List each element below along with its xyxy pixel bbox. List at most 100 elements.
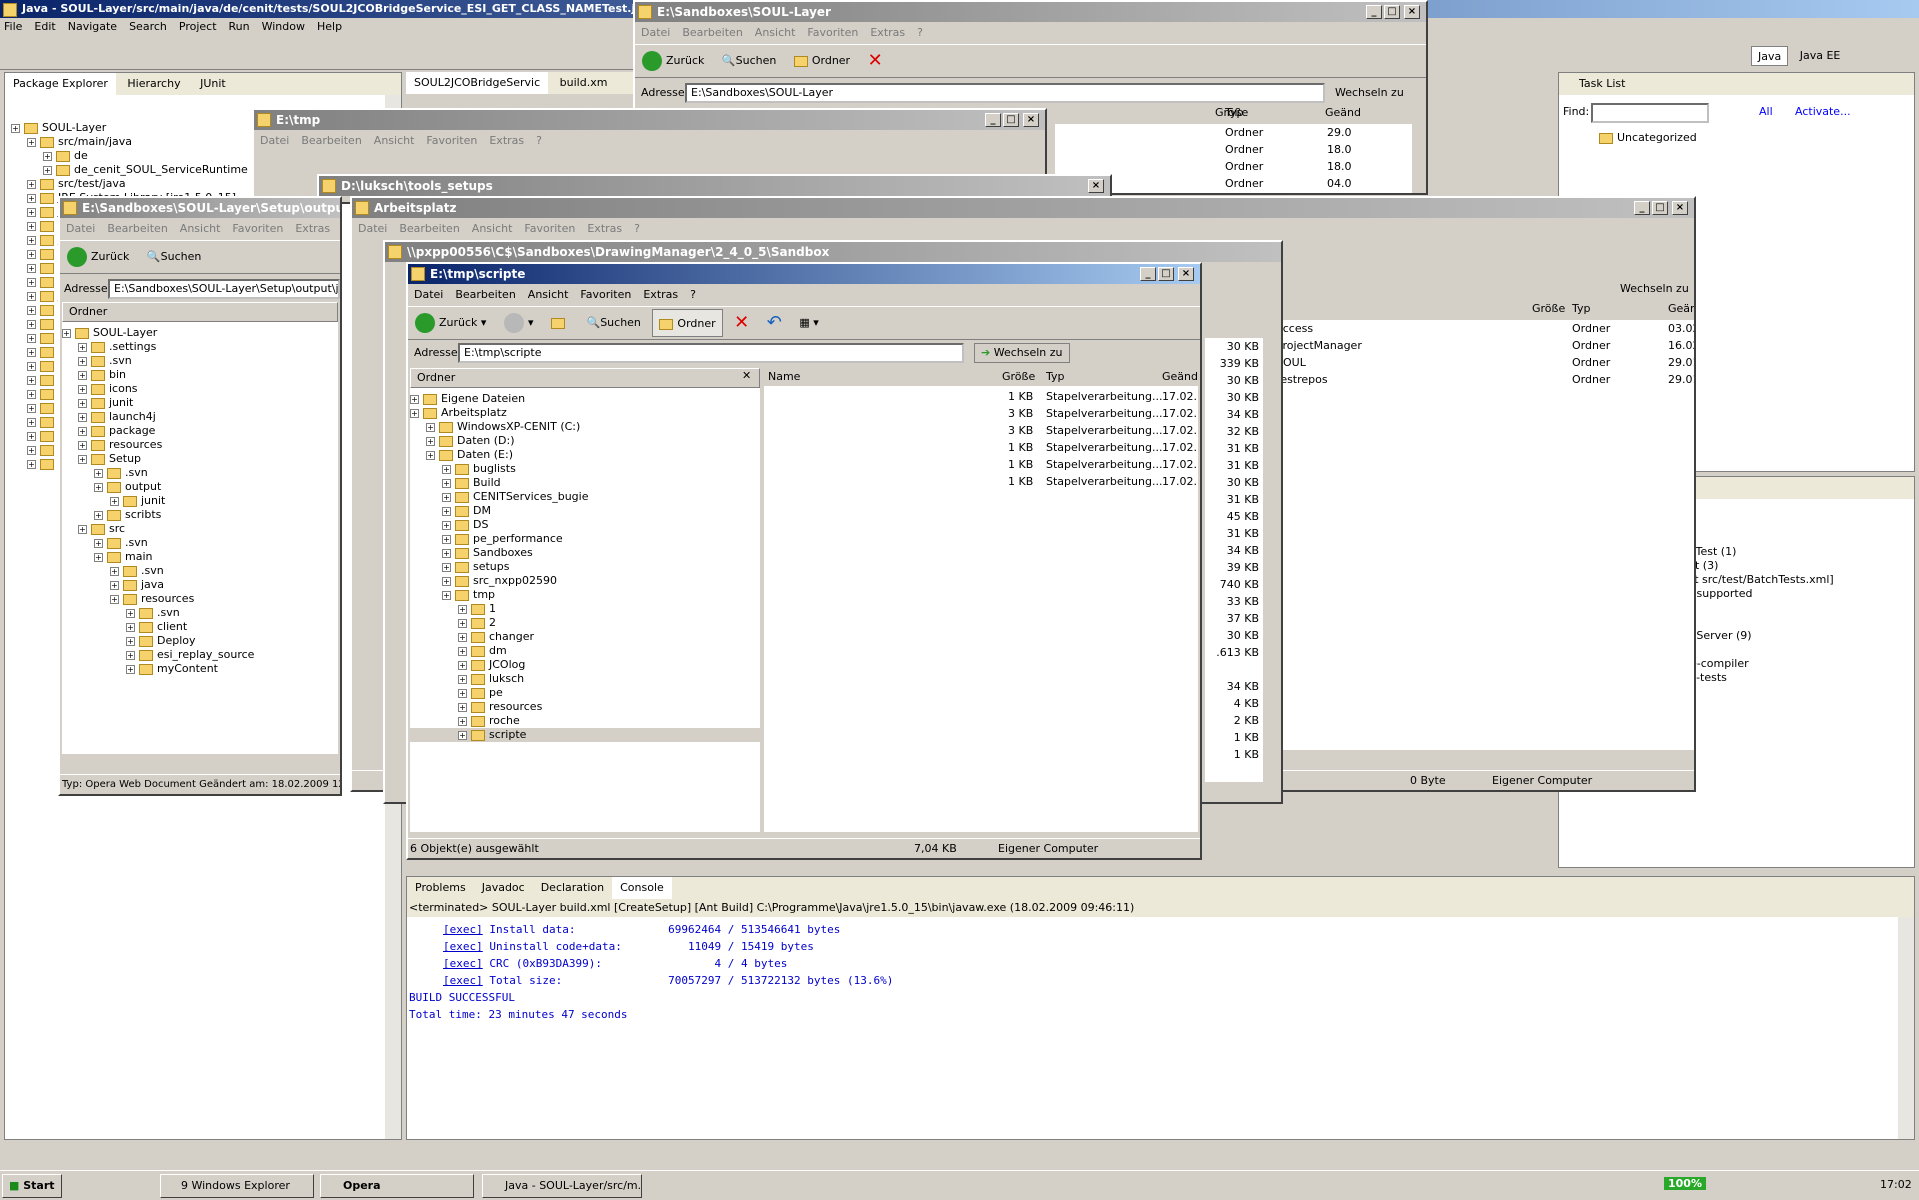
tree-item[interactable]: + Build — [410, 476, 760, 490]
menu-item[interactable]: Datei — [358, 222, 387, 235]
tree-item[interactable]: + main — [62, 550, 338, 564]
console-scrollbar[interactable] — [1898, 917, 1914, 1139]
column-header[interactable]: Größe — [1002, 368, 1035, 386]
menu-item[interactable]: Datei — [414, 288, 443, 301]
start-button[interactable]: ■ Start — [2, 1174, 62, 1198]
tree-item[interactable]: + launch4j — [62, 410, 338, 424]
tree-item[interactable]: +2 — [410, 616, 760, 630]
console-tab-problems[interactable]: Problems — [407, 877, 474, 899]
expand-icon[interactable]: + — [126, 636, 135, 646]
tree-item[interactable]: + buglists — [410, 462, 760, 476]
category-uncategorized[interactable]: Uncategorized — [1599, 131, 1697, 144]
tree-item[interactable]: + Setup — [62, 452, 338, 466]
expand-icon[interactable]: + — [62, 328, 71, 338]
expand-icon[interactable]: + — [94, 482, 103, 492]
expand-icon[interactable]: + — [27, 431, 36, 441]
expand-icon[interactable]: + — [27, 179, 36, 189]
back-button[interactable]: Zurück — [61, 243, 135, 271]
console-tab-javadoc[interactable]: Javadoc — [474, 877, 533, 899]
tab-junit[interactable]: JUnit — [192, 73, 234, 95]
menu-item[interactable]: Datei — [260, 134, 289, 147]
go-button[interactable]: Wechseln zu — [1335, 82, 1404, 104]
expand-icon[interactable]: + — [426, 422, 435, 432]
expand-icon[interactable]: + — [94, 538, 103, 548]
menu-item[interactable]: ? — [536, 134, 542, 147]
taskbar-opera[interactable]: Opera — [320, 1174, 474, 1198]
file-row[interactable]: PostCompile1.bat3 KBStapelverarbeitung..… — [768, 422, 1198, 439]
menu-file[interactable]: File — [4, 20, 22, 33]
search-button[interactable]: 🔍Suchen — [141, 243, 207, 271]
tree-item[interactable]: + .settings — [62, 340, 338, 354]
expand-icon[interactable]: + — [78, 412, 87, 422]
tree-item[interactable]: + .svn — [62, 536, 338, 550]
expand-icon[interactable]: + — [110, 496, 119, 506]
close-button[interactable]: × — [1672, 201, 1688, 215]
editor-tab-soul2jco[interactable]: SOUL2JCOBridgeServic — [406, 72, 549, 94]
tree-item[interactable]: + resources — [410, 700, 760, 714]
tree-item[interactable]: + dm — [410, 644, 760, 658]
tree-item[interactable]: + Deploy — [62, 634, 338, 648]
go-button[interactable]: Wechseln zu — [1620, 278, 1689, 300]
tree-item[interactable]: + myContent — [62, 662, 338, 676]
menu-item[interactable]: Bearbeiten — [682, 26, 742, 39]
menu-item[interactable]: Favoriten — [580, 288, 631, 301]
expand-icon[interactable]: + — [410, 394, 419, 404]
menu-item[interactable]: Extras — [489, 134, 524, 147]
menu-item[interactable]: Favoriten — [807, 26, 858, 39]
close-button[interactable]: × — [1023, 113, 1039, 127]
expand-icon[interactable]: + — [458, 730, 467, 740]
expand-icon[interactable]: + — [458, 702, 467, 712]
expand-icon[interactable]: + — [78, 356, 87, 366]
menu-item[interactable]: Bearbeiten — [399, 222, 459, 235]
folders-button[interactable]: Ordner — [652, 309, 723, 337]
expand-icon[interactable]: + — [458, 660, 467, 670]
column-header[interactable]: Geänd — [1325, 106, 1361, 119]
menu-navigate[interactable]: Navigate — [68, 20, 117, 33]
menu-search[interactable]: Search — [129, 20, 167, 33]
expand-icon[interactable]: + — [27, 305, 36, 315]
tree-item[interactable]: + setups — [410, 560, 760, 574]
close-button[interactable]: × — [1404, 5, 1420, 19]
tree-item[interactable]: + SOUL-Layer — [62, 326, 338, 340]
column-header[interactable]: Name — [768, 368, 800, 386]
expand-icon[interactable]: + — [458, 632, 467, 642]
menu-run[interactable]: Run — [229, 20, 250, 33]
column-header[interactable]: Geänd — [1668, 302, 1694, 315]
tree-item[interactable]: + scripte — [410, 728, 760, 742]
tree-item[interactable]: + java — [62, 578, 338, 592]
expand-icon[interactable]: + — [110, 594, 119, 604]
menu-item[interactable]: Bearbeiten — [107, 222, 167, 235]
tree-item[interactable]: + changer — [410, 630, 760, 644]
expand-icon[interactable]: + — [43, 165, 52, 175]
tree-item[interactable]: + bin — [62, 368, 338, 382]
expand-icon[interactable]: + — [442, 548, 451, 558]
expand-icon[interactable]: + — [78, 440, 87, 450]
menu-item[interactable]: Favoriten — [426, 134, 477, 147]
expand-icon[interactable]: + — [78, 370, 87, 380]
expand-icon[interactable]: + — [126, 664, 135, 674]
minimize-button[interactable]: _ — [1140, 267, 1156, 281]
tree-item[interactable]: + .svn — [62, 606, 338, 620]
tree-item[interactable]: + resources — [62, 438, 338, 452]
menu-project[interactable]: Project — [179, 20, 217, 33]
expand-icon[interactable]: + — [442, 576, 451, 586]
tree-item[interactable]: + CENITServices_bugie — [410, 490, 760, 504]
tree-item[interactable]: +1 — [410, 602, 760, 616]
search-button[interactable]: 🔍Suchen — [716, 47, 782, 75]
expand-icon[interactable]: + — [27, 235, 36, 245]
maximize-button[interactable]: □ — [1003, 113, 1019, 127]
close-button[interactable]: × — [1088, 179, 1104, 193]
find-input[interactable] — [1591, 103, 1709, 123]
activate-link[interactable]: Activate... — [1795, 105, 1851, 118]
expand-icon[interactable]: + — [27, 389, 36, 399]
tree-item[interactable]: + roche — [410, 714, 760, 728]
expand-icon[interactable]: + — [458, 618, 467, 628]
expand-icon[interactable]: + — [78, 342, 87, 352]
list-row[interactable]: Ordner 18.0 — [1055, 141, 1412, 158]
expand-icon[interactable]: + — [458, 674, 467, 684]
tree-item[interactable]: + WindowsXP-CENIT (C:) — [410, 420, 760, 434]
menu-item[interactable]: Favoriten — [524, 222, 575, 235]
tab-package-explorer[interactable]: Package Explorer — [5, 73, 116, 95]
undo-button[interactable]: ↶ — [761, 309, 788, 337]
file-row[interactable]: BuildAnsi.bat3 KBStapelverarbeitung...17… — [768, 405, 1198, 422]
